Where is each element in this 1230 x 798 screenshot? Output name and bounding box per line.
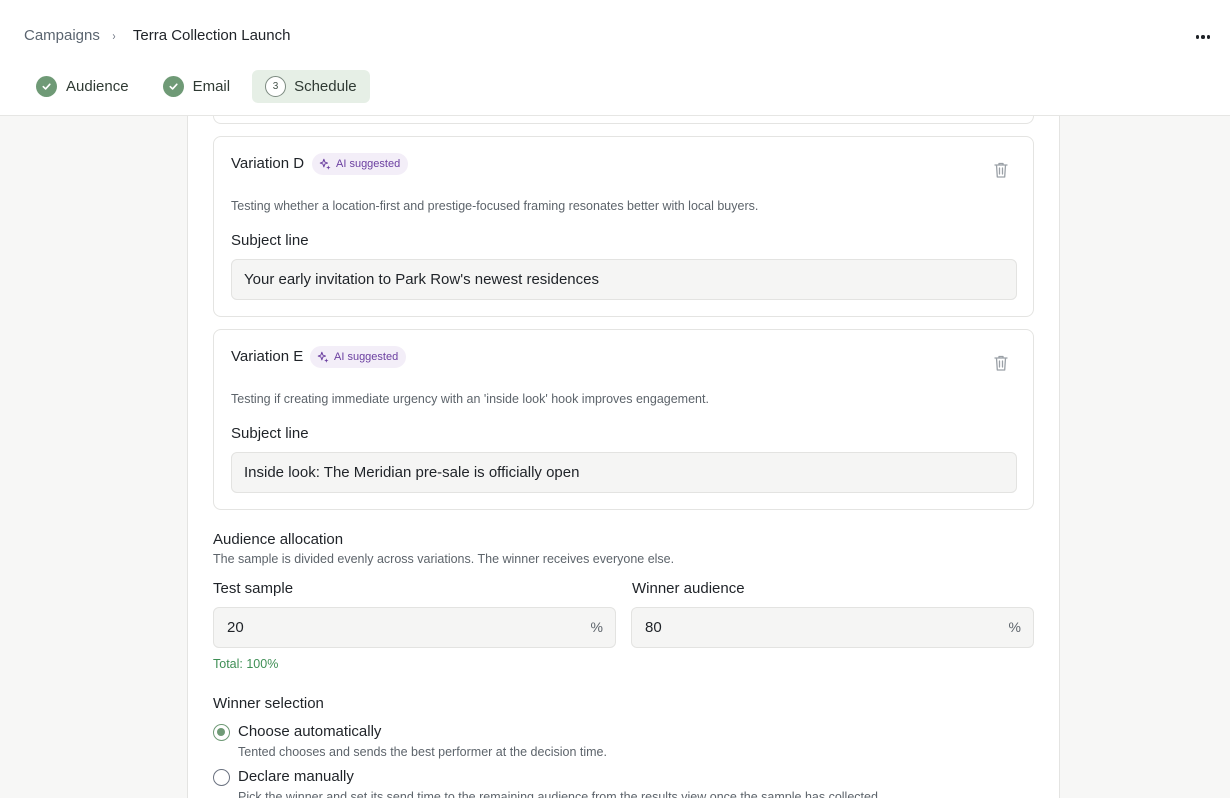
- trash-icon[interactable]: [993, 161, 1009, 179]
- variation-card-d: Variation D AI suggested Testing whether…: [213, 136, 1034, 317]
- test-sample-input[interactable]: 20 %: [213, 607, 616, 648]
- ai-suggested-badge: AI suggested: [310, 346, 407, 368]
- variation-description: Testing if creating immediate urgency wi…: [231, 392, 709, 406]
- step-label: Schedule: [294, 78, 357, 95]
- stepper: Audience Email 3 Schedule: [24, 70, 380, 103]
- sparkle-icon: [317, 351, 329, 363]
- winner-audience-input[interactable]: 80 %: [631, 607, 1034, 648]
- header: Campaigns › Terra Collection Launch Audi…: [0, 0, 1230, 116]
- step-label: Audience: [66, 78, 129, 95]
- sparkle-icon: [319, 158, 331, 170]
- subject-line-input[interactable]: Inside look: The Meridian pre-sale is of…: [231, 452, 1017, 493]
- variation-card-e: Variation E AI suggested Testing if crea…: [213, 329, 1034, 510]
- option-description: Tented chooses and sends the best perfor…: [238, 745, 607, 759]
- step-schedule[interactable]: 3 Schedule: [252, 70, 370, 103]
- winner-audience-value: 80: [645, 619, 662, 636]
- option-label[interactable]: Choose automatically: [238, 723, 381, 740]
- audience-allocation-title: Audience allocation: [213, 531, 344, 548]
- subject-line-label: Subject line: [231, 232, 309, 249]
- breadcrumb-current: Terra Collection Launch: [132, 27, 291, 44]
- audience-allocation-subtitle: The sample is divided evenly across vari…: [213, 552, 675, 566]
- percent-unit: %: [590, 619, 603, 635]
- check-icon: [36, 76, 57, 97]
- step-audience[interactable]: Audience: [24, 70, 141, 103]
- percent-unit: %: [1008, 619, 1021, 635]
- breadcrumb: Campaigns › Terra Collection Launch: [24, 27, 290, 44]
- test-sample-value: 20: [227, 619, 244, 636]
- step-number: 3: [265, 76, 287, 97]
- step-label: Email: [192, 78, 231, 95]
- subject-line-label: Subject line: [231, 425, 309, 442]
- check-icon: [162, 76, 184, 97]
- ai-badge-label: AI suggested: [334, 351, 399, 363]
- test-sample-label: Test sample: [213, 580, 294, 597]
- winner-audience-label: Winner audience: [632, 580, 745, 597]
- step-email[interactable]: Email: [151, 70, 243, 103]
- variation-description: Testing whether a location-first and pre…: [231, 199, 759, 213]
- ai-suggested-badge: AI suggested: [312, 153, 409, 175]
- winner-selection-title: Winner selection: [213, 695, 324, 712]
- chevron-right-icon: ›: [112, 28, 116, 43]
- allocation-total: Total: 100%: [213, 657, 279, 671]
- radio-declare-manually[interactable]: [213, 769, 230, 786]
- radio-choose-automatically[interactable]: [213, 724, 230, 741]
- subject-line-input[interactable]: Your early invitation to Park Row's newe…: [231, 259, 1017, 300]
- option-label[interactable]: Declare manually: [238, 768, 354, 785]
- variation-title: Variation E: [231, 348, 304, 365]
- breadcrumb-campaigns-link[interactable]: Campaigns: [24, 27, 100, 44]
- ai-badge-label: AI suggested: [336, 158, 401, 170]
- option-description: Pick the winner and set its send time to…: [238, 790, 882, 798]
- more-options-icon[interactable]: [1192, 26, 1214, 48]
- trash-icon[interactable]: [993, 354, 1009, 372]
- variation-title: Variation D: [231, 155, 305, 172]
